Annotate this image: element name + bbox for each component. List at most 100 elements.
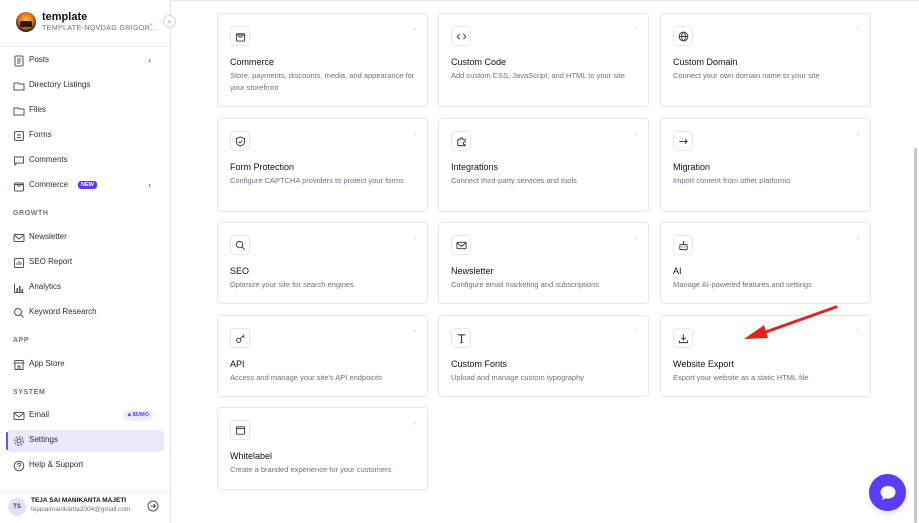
card-description: Create a branded experience for your cus…	[230, 465, 392, 474]
settings-card-whitelabel[interactable]: › Whitelabel Create a branded experience…	[217, 407, 428, 490]
sidebar-item-analytics[interactable]: Analytics	[6, 277, 164, 299]
chevron-right-icon: ›	[413, 129, 416, 138]
chevron-updown-icon: ⌄	[148, 20, 154, 27]
settings-card-custom-code[interactable]: › Custom Code Add custom CSS, JavaScript…	[438, 13, 649, 107]
sidebar-item-seo-report[interactable]: SEO Report	[6, 252, 164, 274]
sidebar-item-comments[interactable]: Comments	[6, 150, 164, 172]
sidebar-item-label: Settings	[29, 435, 58, 444]
settings-card-ai[interactable]: › AI Manage AI-powered features and sett…	[660, 222, 871, 304]
chevron-right-icon: ›	[413, 233, 416, 242]
card-description: Connect your own domain name to your sit…	[673, 71, 820, 80]
workspace-subdomain: TEMPLATE-NQVDAG.GRIGOR...	[42, 25, 158, 32]
chevron-right-icon: ›	[413, 418, 416, 427]
chevron-right-icon: ›	[856, 24, 859, 33]
chat-support-button[interactable]	[869, 474, 906, 511]
settings-card-custom-domain[interactable]: › Custom Domain Connect your own domain …	[660, 13, 871, 107]
card-description: Store, payments, discounts, media, and a…	[230, 71, 415, 92]
logout-icon[interactable]	[147, 500, 159, 512]
sidebar-item-label: Email	[29, 410, 50, 419]
user-name: TEJA SAI MANIKANTA MAJETI	[31, 497, 127, 504]
report-icon	[14, 258, 24, 268]
settings-card-custom-fonts[interactable]: › Custom Fonts Upload and manage custom …	[438, 315, 649, 397]
card-title: AI	[673, 266, 682, 276]
sidebar-item-label: Newsletter	[29, 232, 67, 241]
settings-card-seo[interactable]: › SEO Optimize your site for search engi…	[217, 222, 428, 304]
sidebar-item-label: Comments	[29, 155, 68, 164]
workspace-name: template	[42, 11, 88, 23]
collapse-sidebar-button[interactable]: ‹	[163, 15, 176, 28]
sidebar-item-newsletter[interactable]: Newsletter	[6, 227, 164, 249]
card-title: Custom Code	[451, 57, 507, 67]
globe-icon	[673, 26, 693, 46]
workspace-logo	[16, 12, 36, 32]
settings-card-commerce[interactable]: › Commerce Store, payments, discounts, m…	[217, 13, 428, 107]
mail-icon	[13, 234, 25, 242]
card-description: Manage AI-powered features and settings	[673, 280, 812, 289]
folder-icon	[13, 82, 25, 91]
folder-icon	[13, 107, 25, 116]
sidebar-item-help-support[interactable]: Help & Support	[6, 455, 164, 477]
card-title: Website Export	[673, 359, 734, 369]
workspace-switcher[interactable]: template TEMPLATE-NQVDAG.GRIGOR... ⌄	[14, 9, 164, 37]
document-icon	[14, 55, 24, 67]
bag-icon	[230, 26, 250, 46]
sidebar-item-label: Help & Support	[29, 460, 84, 469]
sidebar-item-label: App Store	[29, 359, 65, 368]
search-icon	[14, 308, 24, 318]
settings-card-api[interactable]: › API Access and manage your site's API …	[217, 315, 428, 397]
chevron-right-icon: ›	[413, 24, 416, 33]
card-description: Add custom CSS, JavaScript, and HTML to …	[451, 71, 625, 80]
settings-card-form-protection[interactable]: › Form Protection Configure CAPTCHA prov…	[217, 118, 428, 212]
form-icon	[14, 131, 24, 141]
sidebar-item-files[interactable]: Files	[6, 100, 164, 122]
chevron-right-icon: ›	[634, 129, 637, 138]
sidebar-item-forms[interactable]: Forms	[6, 125, 164, 147]
sidebar-item-directory-listings[interactable]: Directory Listings	[6, 75, 164, 97]
price-badge-text: $5/MO	[132, 412, 149, 418]
sidebar-item-posts[interactable]: Posts ›	[6, 50, 164, 72]
card-description: Configure email marketing and subscripti…	[451, 280, 599, 289]
store-icon	[13, 360, 25, 370]
download-icon	[673, 328, 693, 348]
avatar[interactable]: TS	[8, 498, 26, 516]
robot-icon	[673, 235, 693, 255]
chart-icon	[14, 283, 24, 293]
sidebar-item-app-store[interactable]: App Store	[6, 354, 164, 376]
window-icon	[230, 420, 250, 440]
settings-card-integrations[interactable]: › Integrations Connect third-party servi…	[438, 118, 649, 212]
card-description: Upload and manage custom typography	[451, 373, 585, 382]
card-description: Configure CAPTCHA providers to protect y…	[230, 176, 404, 185]
gear-icon	[14, 436, 24, 446]
annotation-arrow-icon	[744, 305, 838, 339]
sidebar-item-label: Analytics	[29, 282, 62, 291]
sidebar-item-label: Directory Listings	[29, 80, 91, 89]
card-description: Import content from other platforms	[673, 176, 791, 185]
settings-card-migration[interactable]: › Migration Import content from other pl…	[660, 118, 871, 212]
scrollbar[interactable]	[914, 148, 917, 523]
card-title: Commerce	[230, 57, 275, 67]
app-root: template TEMPLATE-NQVDAG.GRIGOR... ⌄ Pos…	[0, 0, 919, 523]
bag-icon	[14, 182, 24, 192]
user-email: tejasaimanikanta2004@gmail.com	[31, 506, 131, 513]
chevron-right-icon: ›	[634, 326, 637, 335]
section-label-app: APP	[13, 337, 30, 344]
card-title: Integrations	[451, 162, 499, 172]
card-title: Custom Domain	[673, 57, 738, 67]
sidebar-item-settings[interactable]: Settings	[6, 430, 164, 452]
section-label-growth: GROWTH	[13, 210, 49, 217]
sidebar-item-keyword-research[interactable]: Keyword Research	[6, 302, 164, 324]
settings-card-newsletter[interactable]: › Newsletter Configure email marketing a…	[438, 222, 649, 304]
search-icon	[230, 235, 250, 255]
sidebar-item-commerce[interactable]: Commerce NEW ›	[6, 175, 164, 197]
card-title: Custom Fonts	[451, 359, 508, 369]
card-description: Optimize your site for search engines	[230, 280, 354, 289]
sidebar-item-email[interactable]: Email 🔒︎ $5/MO	[6, 405, 164, 427]
card-title: Whitelabel	[230, 451, 273, 461]
chevron-right-icon: ›	[148, 55, 151, 65]
card-title: Migration	[673, 162, 711, 172]
card-title: SEO	[230, 266, 250, 276]
arrow-right-icon	[673, 131, 693, 151]
card-title: API	[230, 359, 245, 369]
comment-icon	[14, 156, 24, 167]
shield-icon	[230, 131, 250, 151]
